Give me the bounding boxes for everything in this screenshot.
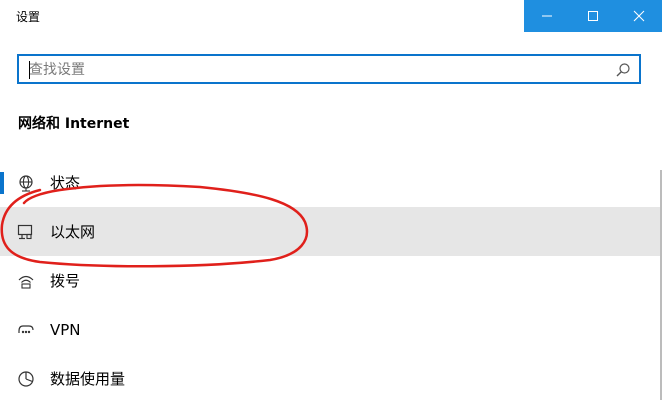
nav-label-data-usage: 数据使用量	[50, 370, 126, 388]
vpn-icon	[17, 321, 35, 339]
globe-icon	[17, 174, 35, 192]
nav-label-vpn: VPN	[50, 320, 81, 339]
nav-item-data-usage[interactable]: 数据使用量	[0, 354, 662, 400]
maximize-button[interactable]	[570, 0, 616, 32]
nav-item-status[interactable]: 状态	[0, 158, 662, 207]
nav-item-dialup[interactable]: 拨号	[0, 256, 662, 305]
window-controls	[524, 0, 662, 32]
close-icon	[633, 10, 645, 22]
close-button[interactable]	[616, 0, 662, 32]
nav-label-status: 状态	[50, 174, 81, 192]
search-input[interactable]	[29, 60, 609, 80]
section-title: 网络和 Internet	[18, 116, 130, 132]
active-indicator	[0, 172, 4, 194]
nav-list: 状态 以太网 拨号 VPN 数据使用量	[0, 158, 662, 400]
title-bar: 设置	[0, 0, 662, 32]
text-caret	[29, 61, 30, 79]
ethernet-icon	[17, 223, 35, 241]
dialup-icon	[17, 272, 35, 290]
settings-window: 设置 查找设置 网络和 Internet 状态 以太网 拨号 VPN 数据使用量	[0, 0, 662, 400]
minimize-button[interactable]	[524, 0, 570, 32]
search-box[interactable]	[17, 54, 641, 84]
minimize-icon	[542, 15, 552, 17]
nav-label-ethernet: 以太网	[50, 223, 96, 241]
search-icon[interactable]	[615, 62, 631, 78]
nav-item-ethernet[interactable]: 以太网	[0, 207, 662, 256]
window-title: 设置	[16, 10, 41, 24]
nav-item-vpn[interactable]: VPN	[0, 305, 662, 354]
data-usage-icon	[17, 370, 35, 388]
nav-label-dialup: 拨号	[50, 272, 81, 290]
maximize-icon	[588, 11, 598, 21]
